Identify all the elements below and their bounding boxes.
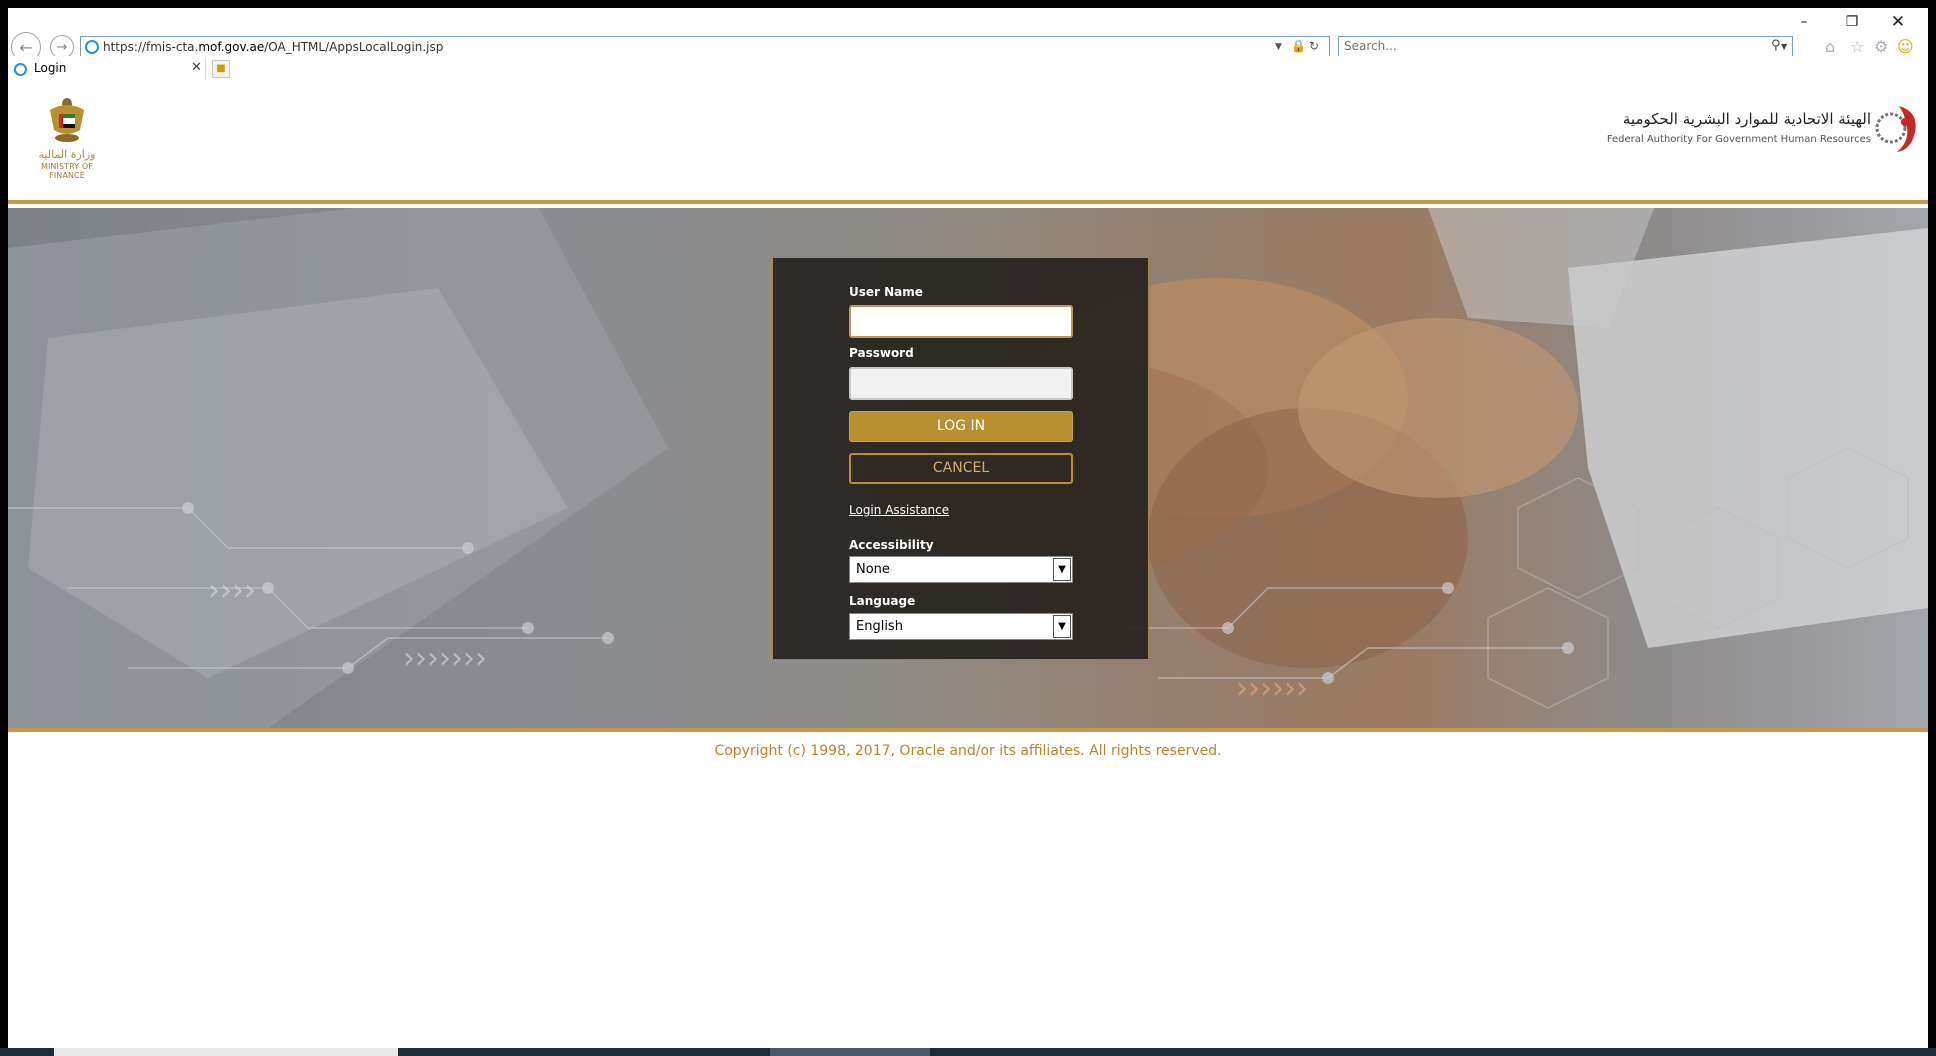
mof-english-name: MINISTRY OF FINANCE [40,162,94,180]
password-field[interactable] [849,367,1073,400]
taskbar-search-box[interactable] [54,1048,398,1056]
fahr-mark-icon [1875,106,1916,152]
ministry-of-finance-logo: وزارة المالية MINISTRY OF FINANCE [22,96,112,186]
hero-divider [8,728,1928,732]
dropdown-arrow-icon[interactable]: ▼ [1275,42,1282,52]
login-panel: User Name Password LOG IN CANCEL Login A… [772,257,1149,660]
settings-gear-icon[interactable]: ⚙ [1874,37,1888,56]
language-value: English [856,619,903,634]
ie-page-icon [85,40,99,54]
svg-text:››››››: ›››››› [1236,671,1308,706]
search-input[interactable] [1344,39,1764,53]
uae-emblem-icon [50,98,84,142]
search-icon[interactable]: ⚲ [1771,38,1781,53]
close-window-icon[interactable]: ✕ [1888,12,1908,32]
browser-window: – ❐ ✕ ← → https://fmis-cta.mof.gov.ae/OA… [8,8,1928,1048]
language-label: Language [849,594,916,608]
svg-text:››››: ›››› [208,573,256,608]
restore-icon[interactable]: ❐ [1842,14,1862,30]
chevron-down-icon[interactable]: ▼ [1053,615,1071,638]
url-text: https://fmis-cta.mof.gov.ae/OA_HTML/Apps… [103,40,444,54]
address-bar[interactable]: https://fmis-cta.mof.gov.ae/OA_HTML/Apps… [80,36,1330,58]
username-label: User Name [849,285,923,299]
username-field[interactable] [849,305,1073,338]
login-assistance-link[interactable]: Login Assistance [849,503,949,517]
home-icon[interactable]: ⌂ [1825,37,1835,56]
cancel-button[interactable]: CANCEL [849,453,1073,484]
browser-toolbar: – ❐ ✕ ← → https://fmis-cta.mof.gov.ae/OA… [8,8,1928,62]
copyright-text: Copyright (c) 1998, 2017, Oracle and/or … [714,743,1222,759]
fahr-english-name: Federal Authority For Government Human R… [1606,134,1871,145]
tab-bar: Login ✕ ■ [8,56,1928,80]
search-box[interactable]: ⚲ ▼ [1338,36,1793,58]
fahr-arabic-name: الهيئة الاتحادية للموارد البشرية الحكومي… [1622,110,1871,128]
fahr-logo: الهيئة الاتحادية للموارد البشرية الحكومي… [1607,102,1923,162]
lock-icon[interactable]: 🔒 [1291,39,1306,53]
mof-arabic-name: وزارة المالية [38,148,96,161]
accessibility-select[interactable]: None ▼ [849,556,1073,583]
chevron-down-icon[interactable]: ▼ [1053,558,1071,581]
language-select[interactable]: English ▼ [849,613,1073,640]
tab-title: Login [34,61,67,75]
smiley-feedback-icon[interactable]: ☺ [1897,37,1914,56]
accessibility-value: None [856,562,890,577]
ie-tab-icon [14,63,27,76]
refresh-icon[interactable]: ↻ [1309,39,1319,53]
accessibility-label: Accessibility [849,538,934,552]
login-button[interactable]: LOG IN [849,411,1073,442]
close-tab-icon[interactable]: ✕ [191,60,202,75]
svg-text:›››››››: ››››››› [403,641,487,676]
taskbar [0,1048,1936,1056]
favorites-star-icon[interactable]: ☆ [1850,37,1864,56]
search-dropdown-icon[interactable]: ▼ [1781,42,1787,51]
minimize-icon[interactable]: – [1794,14,1814,30]
site-header: وزارة المالية MINISTRY OF FINANCE الهيئة… [8,80,1928,204]
password-label: Password [849,346,914,360]
taskbar-app-button[interactable] [770,1048,930,1056]
tab-login[interactable]: Login ✕ [8,58,206,80]
new-tab-icon[interactable]: ■ [212,60,230,78]
